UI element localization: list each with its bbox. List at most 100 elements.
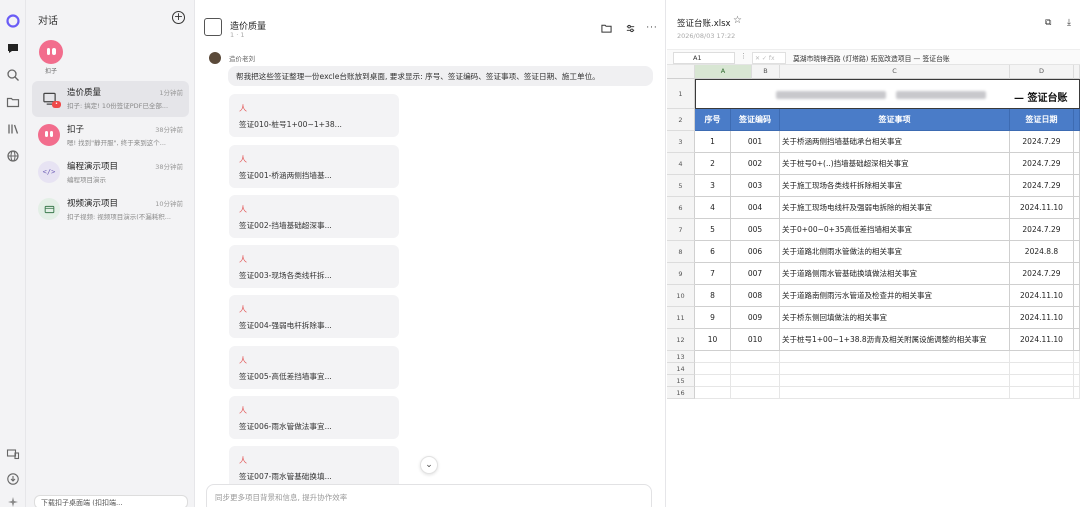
table-cell[interactable]: 10 [695,329,731,351]
new-conversation-button[interactable]: + [172,11,185,24]
row-number[interactable]: 12 [667,329,695,351]
folder-icon[interactable] [600,22,612,34]
row-number[interactable]: 3 [667,131,695,153]
row-number[interactable]: 13 [667,351,695,363]
empty-cell[interactable] [695,375,731,387]
row-number[interactable]: 14 [667,363,695,375]
table-cell[interactable]: 6 [695,241,731,263]
table-cell[interactable]: 关于桩号0+(..)挡墙基础超深相关事宜 [780,153,1010,175]
empty-cell[interactable] [1074,351,1080,363]
column-header-c[interactable]: C [780,65,1010,79]
empty-cell[interactable] [731,363,780,375]
table-cell[interactable]: 关于施工现场电线杆及强弱电拆除的相关事宜 [780,197,1010,219]
more-icon[interactable]: ··· [646,22,658,34]
table-cell[interactable]: 006 [731,241,780,263]
table-cell[interactable] [1074,219,1080,241]
conversation-item-coding[interactable]: </> 编程演示项目 38分钟前 编程项目演示 [32,155,189,191]
table-cell[interactable]: 关于桩号1+00~1+38.8沥青及相关附属设施调整的相关事宜 [780,329,1010,351]
library-icon[interactable] [6,122,20,136]
column-header-d[interactable]: D [1010,65,1074,79]
globe-icon[interactable] [6,149,20,163]
cell-reference-box[interactable]: A1 [673,52,735,64]
conversation-item-video[interactable]: 视频演示项目 10分钟前 扣子视频: 视频项目演示(不漏耗积... [32,192,189,228]
table-cell[interactable] [1074,285,1080,307]
table-cell[interactable]: 4 [695,197,731,219]
empty-cell[interactable] [1010,387,1074,399]
conversation-item-kouzi[interactable]: 扣子 38分钟前 嗯! 找到"静开服", 终于来到这个... [32,118,189,154]
formula-buttons[interactable]: ✕ ✓ fx [752,52,786,64]
pdf-file-card[interactable]: 人 签证010-桩号1+00~1+38... [229,94,399,137]
pdf-file-card[interactable]: 人 签证003-现场各类线杆拆... [229,245,399,288]
empty-cell[interactable] [1010,363,1074,375]
table-cell[interactable] [1074,131,1080,153]
table-cell[interactable]: 001 [731,131,780,153]
table-cell[interactable]: 004 [731,197,780,219]
row-number[interactable]: 11 [667,307,695,329]
row-number[interactable]: 1 [667,79,695,109]
table-cell[interactable]: 关于道路南侧雨污水管道及检查井的相关事宜 [780,285,1010,307]
title-cell[interactable]: — 签证台账 [695,79,1080,109]
search-icon[interactable] [6,68,20,82]
table-cell[interactable]: 2024.11.10 [1010,285,1074,307]
table-cell[interactable] [1074,197,1080,219]
table-cell[interactable] [1074,153,1080,175]
table-cell[interactable]: 010 [731,329,780,351]
pdf-file-card[interactable]: 人 签证007-雨水管基础换填... [229,446,399,489]
empty-cell[interactable] [731,387,780,399]
table-cell[interactable]: 002 [731,153,780,175]
download-icon[interactable]: ⤓ [1067,18,1071,28]
table-cell[interactable]: 007 [731,263,780,285]
table-cell[interactable]: 005 [731,219,780,241]
empty-cell[interactable] [1010,351,1074,363]
empty-cell[interactable] [1074,375,1080,387]
column-header-b[interactable]: B [752,65,780,79]
row-number[interactable]: 7 [667,219,695,241]
more-icon[interactable]: ⋮ [740,52,747,60]
table-cell[interactable] [1074,307,1080,329]
main-agent-avatar[interactable] [39,40,63,64]
table-cell[interactable]: 2024.11.10 [1010,197,1074,219]
table-cell[interactable]: 关于道路北侧雨水管做法的相关事宜 [780,241,1010,263]
table-cell[interactable]: 2024.7.29 [1010,153,1074,175]
row-number[interactable]: 16 [667,387,695,399]
table-cell[interactable]: 8 [695,285,731,307]
empty-cell[interactable] [780,375,1010,387]
pdf-file-card[interactable]: 人 签证002-挡墙基础超深事... [229,195,399,238]
empty-cell[interactable] [1074,387,1080,399]
table-cell[interactable]: 3 [695,175,731,197]
table-cell[interactable] [1074,263,1080,285]
table-cell[interactable]: 2024.7.29 [1010,263,1074,285]
table-cell[interactable]: 关于0+00~0+35高低差挡墙相关事宜 [780,219,1010,241]
desktop-download-promo[interactable]: 下载扣子桌面端 (扣扣端... [34,495,188,507]
empty-cell[interactable] [731,351,780,363]
pdf-file-card[interactable]: 人 签证001-桥涵两侧挡墙基... [229,145,399,188]
star-icon[interactable]: ☆ [733,15,742,26]
table-cell[interactable]: 7 [695,263,731,285]
empty-cell[interactable] [1074,363,1080,375]
download-icon[interactable] [6,472,20,486]
empty-cell[interactable] [780,363,1010,375]
corner-cell[interactable] [667,65,695,79]
conversation-item-zaojia[interactable]: • 造价质量 1分钟前 扣子: 搞定! 10份签证PDF已全部... [32,81,189,117]
table-cell[interactable]: 1 [695,131,731,153]
table-cell[interactable] [1074,241,1080,263]
row-number[interactable]: 5 [667,175,695,197]
table-cell[interactable]: 9 [695,307,731,329]
table-cell[interactable]: 009 [731,307,780,329]
column-header-a[interactable]: A [695,65,752,79]
empty-cell[interactable] [695,351,731,363]
chat-icon[interactable] [6,41,20,55]
table-cell[interactable]: 2024.7.29 [1010,175,1074,197]
table-cell[interactable]: 2 [695,153,731,175]
column-header-e[interactable] [1074,65,1080,79]
table-cell[interactable]: 关于施工现场各类线杆拆除相关事宜 [780,175,1010,197]
row-number[interactable]: 9 [667,263,695,285]
table-cell[interactable]: 2024.8.8 [1010,241,1074,263]
row-number[interactable]: 10 [667,285,695,307]
header-cell[interactable] [1074,109,1080,131]
row-number[interactable]: 2 [667,109,695,131]
empty-cell[interactable] [780,387,1010,399]
table-cell[interactable]: 008 [731,285,780,307]
scroll-to-bottom-button[interactable]: ⌄ [420,456,438,474]
pdf-file-card[interactable]: 人 签证004-强弱电杆拆除事... [229,295,399,338]
